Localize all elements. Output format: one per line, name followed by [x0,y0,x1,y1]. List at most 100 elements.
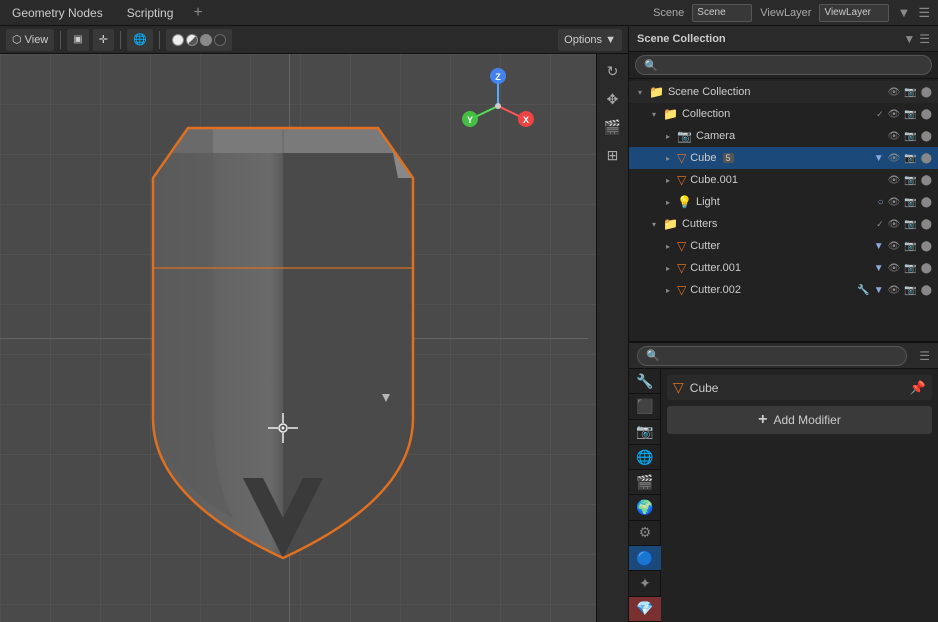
cube001-icon: ▽ [677,173,686,187]
add-modifier-button[interactable]: + Add Modifier [667,406,932,434]
cube-row[interactable]: ▽ Cube 5 ▼ 👁 📷 ⬤ [629,147,938,169]
cutter001-vis-icon[interactable]: 👁 [888,263,901,274]
collection-row[interactable]: 📁 Collection ✓ 👁 📷 ⬤ [629,103,938,125]
scene-vis-icon[interactable]: 👁 [888,87,901,98]
viewport-canvas[interactable]: Z X Y ↻ ✥ 🎬 ⊞ [0,54,628,622]
tab-active-tool[interactable]: 🔧 [629,369,661,394]
rotate-view-button[interactable]: ↻ [600,58,626,84]
cutters-icon: 📁 [663,217,678,231]
scene-collection-row[interactable]: 📁 Scene Collection 👁 📷 ⬤ [629,81,938,103]
cutters-label: Cutters [682,218,717,230]
camera-icons: 👁 📷 ⬤ [888,131,932,142]
cube-cam-icon[interactable]: 📷 [904,153,916,164]
outliner-settings-icon[interactable]: ☰ [919,32,930,46]
cutters-check[interactable]: ✓ [876,219,884,230]
light-filter-icon[interactable]: ○ [878,197,884,208]
properties-panel: 🔍 ☰ 🔧 ⬛ 📷 🌐 🎬 🌍 ⚙ 🔵 ✦ 💎 [629,342,938,622]
menu-item-scripting[interactable]: Scripting [123,4,178,22]
light-render-icon[interactable]: ⬤ [921,197,932,208]
cutter002-filter2-icon[interactable]: 🔧 [857,285,869,296]
cutters-render-icon[interactable]: ⬤ [921,219,932,230]
tab-view-layer[interactable]: 🌐 [629,445,661,470]
tab-modifier[interactable]: 🔵 [629,546,661,571]
viewport-shading-button[interactable] [166,29,232,51]
light-vis-icon[interactable]: 👁 [888,197,901,208]
cube-filter-icon[interactable]: ▼ [874,153,884,164]
tab-material[interactable]: 💎 [629,597,661,622]
filter-icon[interactable]: ▼ [897,5,910,20]
cutter001-filter-icon[interactable]: ▼ [874,263,884,274]
cam-vis-icon[interactable]: 👁 [888,131,901,142]
right-panel: Scene Collection ▼ ☰ 🔍 📁 Sc [628,26,938,622]
light-row[interactable]: 💡 Light ○ 👁 📷 ⬤ [629,191,938,213]
select-mode-button[interactable]: ▣ [67,29,88,51]
cutter001-cam-icon[interactable]: 📷 [904,263,916,274]
cutter001-row[interactable]: ▽ Cutter.001 ▼ 👁 📷 ⬤ [629,257,938,279]
overlay-icon: 🌐 [133,33,147,46]
col-cam-icon[interactable]: 📷 [904,109,916,120]
cutters-row[interactable]: 📁 Cutters ✓ 👁 📷 ⬤ [629,213,938,235]
cube001-render-icon[interactable]: ⬤ [921,175,932,186]
viewlayer-label: ViewLayer [760,7,811,19]
cutters-cam-icon[interactable]: 📷 [904,219,916,230]
cutter002-row[interactable]: ▽ Cutter.002 🔧 ▼ 👁 📷 ⬤ [629,279,938,301]
cam-cam-icon[interactable]: 📷 [904,131,916,142]
cutter002-render-icon[interactable]: ⬤ [921,285,932,296]
cube001-vis-icon[interactable]: 👁 [888,175,901,186]
cutters-vis-icon[interactable]: 👁 [888,219,901,230]
col-check[interactable]: ✓ [876,109,884,120]
col-vis-icon[interactable]: 👁 [888,109,901,120]
viewport-nav-button[interactable]: ✛ [93,29,114,51]
camera-row[interactable]: 📷 Camera 👁 📷 ⬤ [629,125,938,147]
props-options-icon[interactable]: ☰ [919,349,930,363]
cube001-row[interactable]: ▽ Cube.001 👁 📷 ⬤ [629,169,938,191]
settings-icon[interactable]: ☰ [918,5,930,21]
pan-view-button[interactable]: ✥ [600,86,626,112]
viewlayer-selector[interactable]: ViewLayer [819,4,889,22]
cube001-cam-icon[interactable]: 📷 [904,175,916,186]
tab-world[interactable]: 🌍 [629,495,661,520]
cutter-row[interactable]: ▽ Cutter ▼ 👁 📷 ⬤ [629,235,938,257]
outliner-search-input[interactable] [662,59,923,71]
cutter-render-icon[interactable]: ⬤ [921,241,932,252]
tab-output[interactable]: 📷 [629,420,661,445]
add-tab-button[interactable]: + [193,4,202,22]
props-tabs: 🔧 ⬛ 📷 🌐 🎬 🌍 ⚙ 🔵 ✦ 💎 [629,369,661,622]
tab-object[interactable]: ⚙ [629,521,661,546]
add-icon: + [758,411,767,429]
cutter002-filter-icon[interactable]: ▼ [874,285,884,296]
cutters-icons: ✓ 👁 📷 ⬤ [876,219,932,230]
cube-render-icon[interactable]: ⬤ [921,153,932,164]
props-search-input[interactable] [664,350,899,362]
col-render-icon[interactable]: ⬤ [921,109,932,120]
cutter002-cam-icon[interactable]: 📷 [904,285,916,296]
light-cam-icon[interactable]: 📷 [904,197,916,208]
cutter-vis-icon[interactable]: 👁 [888,241,901,252]
viewport-toolbar: ⬡ View ▣ ✛ 🌐 [0,26,628,54]
grid-view-button[interactable]: ⊞ [600,142,626,168]
cutter001-render-icon[interactable]: ⬤ [921,263,932,274]
cube-vis-icon[interactable]: 👁 [888,153,901,164]
options-button[interactable]: Options ▼ [558,29,622,51]
cam-render-icon[interactable]: ⬤ [921,131,932,142]
camera-view-button[interactable]: 🎬 [600,114,626,140]
scene-cam-icon[interactable]: 📷 [904,87,916,98]
cutter-filter-icon[interactable]: ▼ [874,241,884,252]
scene-render-icon[interactable]: ⬤ [921,87,932,98]
cutter002-chevron [663,285,673,295]
scene-selector[interactable]: Scene [692,4,752,22]
shading-icon [172,34,226,46]
menu-item-geometry-nodes[interactable]: Geometry Nodes [8,4,107,22]
cutter002-vis-icon[interactable]: 👁 [888,285,901,296]
view-menu-button[interactable]: ⬡ View [6,29,54,51]
cutter002-icons: 🔧 ▼ 👁 📷 ⬤ [857,285,932,296]
cutter-cam-icon[interactable]: 📷 [904,241,916,252]
tab-particles[interactable]: ✦ [629,571,661,596]
overlay-button[interactable]: 🌐 [127,29,153,51]
outliner-filter-icon[interactable]: ▼ [903,32,915,46]
camera-label: Camera [696,130,735,142]
tab-scene[interactable]: 🎬 [629,470,661,495]
pin-icon[interactable]: 📌 [910,380,926,396]
tab-render[interactable]: ⬛ [629,394,661,419]
navigation-gizmo[interactable]: Z X Y [458,66,538,146]
